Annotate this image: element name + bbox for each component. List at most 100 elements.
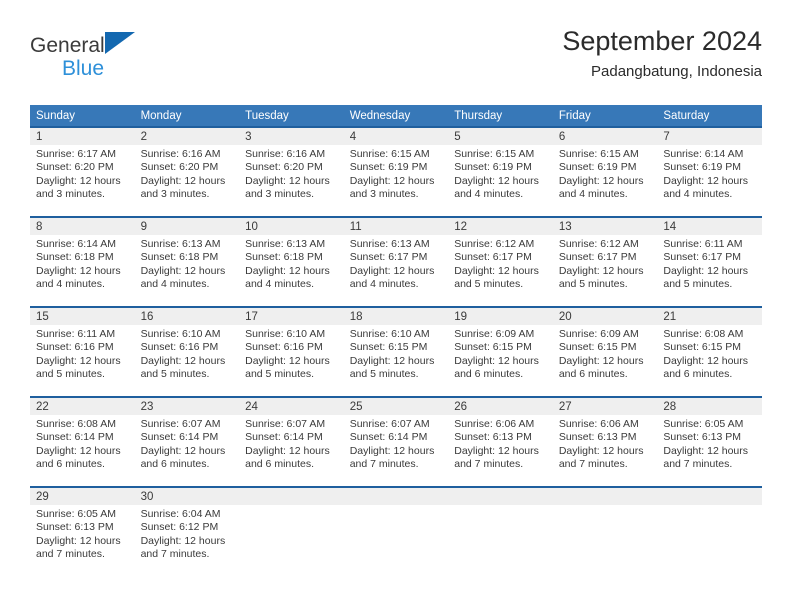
brand-logo[interactable]: General Blue (30, 32, 210, 88)
daylight-duration: Daylight: 12 hours and 5 minutes. (140, 354, 226, 381)
sunset-time: Sunset: 6:20 PM (36, 161, 114, 174)
day-cell-details: Sunrise: 6:06 AM Sunset: 6:13 PM Daylight:… (448, 415, 553, 472)
day-number (343, 488, 449, 505)
page-title: September 2024 (562, 26, 762, 56)
day-cell-details: Sunrise: 6:15 AM Sunset: 6:19 PM Daylight:… (553, 145, 658, 202)
calendar-body: 1 Sunrise: 6:17 AM Sunset: 6:20 PM Daylight… (30, 126, 762, 576)
daylight-duration: Daylight: 12 hours and 5 minutes. (558, 264, 644, 291)
calendar-day-cell[interactable]: 4 Sunrise: 6:15 AM Sunset: 6:19 PM Daylight… (343, 126, 449, 217)
day-number: 21 (657, 308, 762, 325)
day-cell-details: Sunrise: 6:05 AM Sunset: 6:13 PM Daylight:… (30, 505, 135, 562)
calendar-cell-empty (552, 486, 658, 576)
brand-name-blue: Blue (62, 57, 105, 80)
brand-name-general: General (30, 34, 105, 57)
daylight-duration: Daylight: 12 hours and 4 minutes. (36, 264, 121, 291)
day-cell-inner: 9 Sunrise: 6:13 AM Sunset: 6:18 PM Daylight… (134, 218, 240, 306)
calendar-day-cell[interactable]: 10 Sunrise: 6:13 AM Sunset: 6:18 PM Dayligh… (239, 216, 344, 307)
sunset-time: Sunset: 6:17 PM (558, 251, 637, 264)
day-cell-inner: 2 Sunrise: 6:16 AM Sunset: 6:20 PM Daylight… (134, 128, 240, 216)
calendar-day-cell[interactable]: 5 Sunrise: 6:15 AM Sunset: 6:19 PM Daylight… (448, 126, 553, 217)
daylight-duration: Daylight: 12 hours and 7 minutes. (36, 534, 121, 561)
sunset-time: Sunset: 6:17 PM (454, 251, 532, 264)
calendar-day-cell[interactable]: 2 Sunrise: 6:16 AM Sunset: 6:20 PM Daylight… (134, 126, 240, 217)
day-number: 30 (134, 488, 240, 505)
sunrise-time: Sunrise: 6:10 AM (349, 328, 430, 340)
daylight-duration: Daylight: 12 hours and 3 minutes. (349, 174, 435, 201)
sunset-time: Sunset: 6:19 PM (454, 161, 532, 174)
sunrise-time: Sunrise: 6:16 AM (245, 148, 326, 160)
calendar-week-row: 22 Sunrise: 6:08 AM Sunset: 6:14 PM Dayligh… (30, 396, 762, 487)
sunrise-time: Sunrise: 6:12 AM (454, 238, 535, 250)
daylight-duration: Daylight: 12 hours and 3 minutes. (36, 174, 121, 201)
calendar-day-cell[interactable]: 24 Sunrise: 6:07 AM Sunset: 6:14 PM Dayligh… (239, 396, 344, 487)
sunset-time: Sunset: 6:18 PM (140, 251, 219, 264)
daylight-duration: Daylight: 12 hours and 6 minutes. (663, 354, 749, 381)
calendar-day-cell[interactable]: 21 Sunrise: 6:08 AM Sunset: 6:15 PM Dayligh… (657, 306, 762, 397)
day-number: 11 (343, 218, 449, 235)
day-cell-details: Sunrise: 6:09 AM Sunset: 6:15 PM Daylight:… (553, 325, 658, 382)
calendar-day-cell[interactable]: 6 Sunrise: 6:15 AM Sunset: 6:19 PM Daylight… (552, 126, 658, 217)
day-number (448, 488, 553, 505)
calendar-day-cell[interactable]: 25 Sunrise: 6:07 AM Sunset: 6:14 PM Dayligh… (343, 396, 449, 487)
calendar-day-cell[interactable]: 11 Sunrise: 6:13 AM Sunset: 6:17 PM Dayligh… (343, 216, 449, 307)
calendar-day-cell[interactable]: 8 Sunrise: 6:14 AM Sunset: 6:18 PM Daylight… (30, 216, 135, 307)
daylight-duration: Daylight: 12 hours and 6 minutes. (454, 354, 539, 381)
calendar-day-cell[interactable]: 26 Sunrise: 6:06 AM Sunset: 6:13 PM Dayligh… (448, 396, 553, 487)
day-number: 26 (448, 398, 553, 415)
day-cell-details (553, 505, 658, 508)
day-cell-details: Sunrise: 6:10 AM Sunset: 6:16 PM Daylight:… (239, 325, 344, 382)
sunrise-time: Sunrise: 6:10 AM (245, 328, 326, 340)
day-cell-details: Sunrise: 6:07 AM Sunset: 6:14 PM Daylight:… (135, 415, 240, 472)
day-cell-details: Sunrise: 6:10 AM Sunset: 6:15 PM Daylight:… (344, 325, 449, 382)
day-cell-inner (239, 488, 344, 576)
day-number: 27 (552, 398, 658, 415)
sunrise-time: Sunrise: 6:14 AM (663, 148, 744, 160)
day-cell-inner: 3 Sunrise: 6:16 AM Sunset: 6:20 PM Daylight… (239, 128, 344, 216)
day-cell-inner: 30 Sunrise: 6:04 AM Sunset: 6:12 PM Dayligh… (134, 488, 240, 576)
sunset-time: Sunset: 6:16 PM (36, 341, 114, 354)
day-number: 1 (30, 128, 135, 145)
day-number: 7 (657, 128, 762, 145)
calendar-day-cell[interactable]: 7 Sunrise: 6:14 AM Sunset: 6:19 PM Daylight… (657, 126, 762, 217)
calendar-day-cell[interactable]: 28 Sunrise: 6:05 AM Sunset: 6:13 PM Dayligh… (657, 396, 762, 487)
sunrise-time: Sunrise: 6:08 AM (36, 418, 116, 430)
calendar-day-cell[interactable]: 3 Sunrise: 6:16 AM Sunset: 6:20 PM Daylight… (239, 126, 344, 217)
calendar-day-cell[interactable]: 22 Sunrise: 6:08 AM Sunset: 6:14 PM Dayligh… (30, 396, 135, 487)
day-cell-details: Sunrise: 6:06 AM Sunset: 6:13 PM Daylight:… (553, 415, 658, 472)
sunrise-time: Sunrise: 6:13 AM (349, 238, 430, 250)
calendar-day-cell[interactable]: 1 Sunrise: 6:17 AM Sunset: 6:20 PM Daylight… (30, 126, 135, 217)
calendar-day-cell[interactable]: 30 Sunrise: 6:04 AM Sunset: 6:12 PM Dayligh… (134, 486, 240, 576)
calendar-day-cell[interactable]: 19 Sunrise: 6:09 AM Sunset: 6:15 PM Dayligh… (448, 306, 553, 397)
day-cell-details: Sunrise: 6:12 AM Sunset: 6:17 PM Daylight:… (448, 235, 553, 292)
daylight-duration: Daylight: 12 hours and 7 minutes. (140, 534, 226, 561)
calendar-day-cell[interactable]: 20 Sunrise: 6:09 AM Sunset: 6:15 PM Dayligh… (552, 306, 658, 397)
day-cell-details: Sunrise: 6:13 AM Sunset: 6:17 PM Daylight:… (344, 235, 449, 292)
calendar-day-cell[interactable]: 15 Sunrise: 6:11 AM Sunset: 6:16 PM Dayligh… (30, 306, 135, 397)
calendar-grid: Sunday Monday Tuesday Wednesday Thursday Frid… (30, 105, 762, 576)
calendar-day-cell[interactable]: 29 Sunrise: 6:05 AM Sunset: 6:13 PM Dayligh… (30, 486, 135, 576)
day-number: 14 (657, 218, 762, 235)
sunset-time: Sunset: 6:13 PM (454, 431, 532, 444)
calendar-day-cell[interactable]: 12 Sunrise: 6:12 AM Sunset: 6:17 PM Dayligh… (448, 216, 553, 307)
sunset-time: Sunset: 6:19 PM (663, 161, 742, 174)
sunset-time: Sunset: 6:18 PM (36, 251, 114, 264)
calendar-day-cell[interactable]: 16 Sunrise: 6:10 AM Sunset: 6:16 PM Dayligh… (134, 306, 240, 397)
day-cell-inner: 22 Sunrise: 6:08 AM Sunset: 6:14 PM Dayligh… (30, 398, 135, 486)
calendar-week-row: 29 Sunrise: 6:05 AM Sunset: 6:13 PM Dayligh… (30, 486, 762, 576)
calendar-day-cell[interactable]: 27 Sunrise: 6:06 AM Sunset: 6:13 PM Dayligh… (552, 396, 658, 487)
day-cell-inner: 16 Sunrise: 6:10 AM Sunset: 6:16 PM Dayligh… (134, 308, 240, 396)
sunset-time: Sunset: 6:13 PM (558, 431, 637, 444)
day-cell-details: Sunrise: 6:12 AM Sunset: 6:17 PM Daylight:… (553, 235, 658, 292)
sunset-time: Sunset: 6:16 PM (245, 341, 323, 354)
calendar-day-cell[interactable]: 14 Sunrise: 6:11 AM Sunset: 6:17 PM Dayligh… (657, 216, 762, 307)
calendar-day-cell[interactable]: 13 Sunrise: 6:12 AM Sunset: 6:17 PM Dayligh… (552, 216, 658, 307)
day-number (552, 488, 658, 505)
sunrise-time: Sunrise: 6:04 AM (140, 508, 221, 520)
calendar-day-cell[interactable]: 18 Sunrise: 6:10 AM Sunset: 6:15 PM Dayligh… (343, 306, 449, 397)
calendar-day-cell[interactable]: 23 Sunrise: 6:07 AM Sunset: 6:14 PM Dayligh… (134, 396, 240, 487)
calendar-day-cell[interactable]: 17 Sunrise: 6:10 AM Sunset: 6:16 PM Dayligh… (239, 306, 344, 397)
day-cell-details (657, 505, 762, 508)
day-cell-details: Sunrise: 6:17 AM Sunset: 6:20 PM Daylight:… (30, 145, 135, 202)
calendar-day-cell[interactable]: 9 Sunrise: 6:13 AM Sunset: 6:18 PM Daylight… (134, 216, 240, 307)
weekday-header-row: Sunday Monday Tuesday Wednesday Thursday Frid… (30, 105, 762, 127)
